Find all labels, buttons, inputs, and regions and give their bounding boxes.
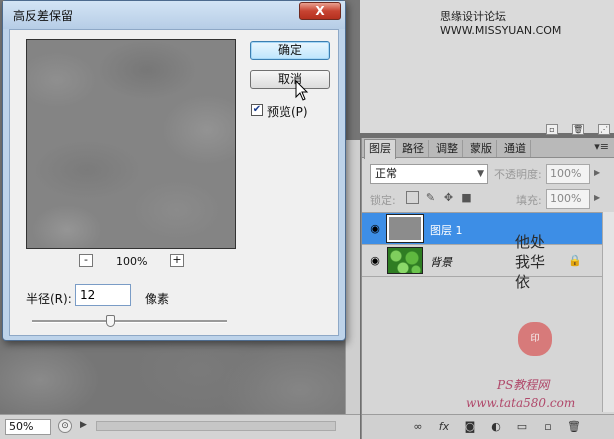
eye-icon[interactable]: ◉	[368, 255, 382, 267]
radius-slider-thumb[interactable]	[106, 315, 115, 327]
trash-icon[interactable]: 🗑	[566, 420, 582, 434]
blend-mode-select[interactable]: 正常 ▼	[370, 164, 488, 184]
zoom-field[interactable]: 50%	[5, 419, 51, 435]
layers-panel: 图层 路径 调整 蒙版 通道 ▾≡ 正常 ▼ 不透明度: 100% ▶ 锁定: …	[361, 138, 614, 439]
resize-grip-icon[interactable]: ⋰	[598, 124, 610, 135]
adjustment-icon[interactable]: ◐	[488, 420, 504, 434]
lock-brush-icon[interactable]: ✎	[424, 191, 437, 204]
status-bar: 50% ⊙ ▶	[0, 414, 360, 439]
lock-label: 锁定:	[370, 194, 396, 207]
status-info-icon[interactable]: ⊙	[58, 419, 72, 433]
radius-unit: 像素	[145, 292, 170, 306]
seal-stamp: 印	[518, 322, 552, 356]
new-layer-icon[interactable]: ▫	[540, 420, 556, 434]
opacity-label: 不透明度:	[494, 168, 542, 181]
zoom-in-button[interactable]: +	[170, 254, 184, 267]
ok-button[interactable]: 确定	[250, 41, 330, 60]
layer-row[interactable]: ◉ 背景 🔒	[362, 245, 602, 277]
mouse-cursor-icon	[295, 79, 309, 101]
mask-icon[interactable]: ◙	[462, 420, 478, 434]
close-button[interactable]: X	[299, 2, 341, 20]
radius-label: 半径(R):	[26, 292, 72, 306]
zoom-out-button[interactable]: -	[79, 254, 93, 267]
layers-panel-tabs: 图层 路径 调整 蒙版 通道 ▾≡	[362, 138, 614, 159]
dialog-title: 高反差保留	[13, 9, 74, 23]
layer-row[interactable]: ◉ 图层 1	[362, 213, 602, 245]
fx-icon[interactable]: fx	[436, 420, 452, 434]
new-item-icon[interactable]: ▫	[546, 124, 558, 135]
layers-footer: ∞ fx ◙ ◐ ▭ ▫ 🗑	[362, 414, 614, 439]
layer-thumbnail	[386, 214, 424, 243]
radius-input[interactable]	[75, 284, 131, 306]
tab-paths[interactable]: 路径	[398, 140, 429, 157]
link-icon[interactable]: ∞	[410, 420, 426, 434]
chevron-down-icon: ▼	[477, 169, 484, 179]
opacity-arrow-icon[interactable]: ▶	[594, 168, 600, 177]
radius-slider[interactable]	[32, 320, 227, 323]
watermark-top: 思缘设计论坛 WWW.MISSYUAN.COM	[440, 10, 562, 37]
blend-mode-value: 正常	[375, 167, 397, 180]
dialog-titlebar[interactable]: 高反差保留 X	[3, 1, 345, 29]
lock-transparency-icon[interactable]	[406, 191, 419, 204]
lock-all-icon[interactable]: ■	[460, 191, 473, 204]
fill-field[interactable]: 100%	[546, 189, 590, 209]
layer-name[interactable]: 图层 1	[430, 222, 463, 238]
preview-checkbox[interactable]: ✔	[251, 104, 263, 116]
watermark-bottom: PS教程网	[497, 378, 550, 392]
dialog-body: - 100% + 半径(R): 像素 确定 取消 ✔ 预览(P)	[9, 29, 339, 336]
fill-arrow-icon[interactable]: ▶	[594, 193, 600, 202]
fill-label: 填充:	[516, 194, 542, 207]
layer-thumbnail	[387, 247, 423, 274]
tab-layers[interactable]: 图层	[364, 139, 396, 159]
opacity-field[interactable]: 100%	[546, 164, 590, 184]
trash-icon[interactable]: 🗑	[572, 124, 584, 135]
status-menu-arrow-icon[interactable]: ▶	[80, 420, 87, 430]
panel-menu-icon[interactable]: ▾≡	[594, 140, 609, 153]
tab-channels[interactable]: 通道	[500, 140, 531, 157]
layers-scrollbar[interactable]	[602, 212, 614, 412]
canvas-horizontal-scrollbar[interactable]	[96, 421, 336, 431]
zoom-level: 100%	[116, 255, 148, 268]
preview-image[interactable]	[26, 39, 236, 249]
lock-icon: 🔒	[568, 254, 582, 267]
group-icon[interactable]: ▭	[514, 420, 530, 434]
cancel-button[interactable]: 取消	[250, 70, 330, 89]
high-pass-dialog: 高反差保留 X - 100% + 半径(R): 像素 确定 取消 ✔ 预览(P)	[2, 0, 346, 341]
tab-adjustments[interactable]: 调整	[432, 140, 463, 157]
layer-list: ◉ 图层 1 ◉ 背景 🔒	[362, 212, 602, 413]
lock-move-icon[interactable]: ✥	[442, 191, 455, 204]
tab-masks[interactable]: 蒙版	[466, 140, 497, 157]
eye-icon[interactable]: ◉	[368, 223, 382, 235]
canvas-vertical-scrollbar[interactable]	[345, 140, 360, 414]
layer-name[interactable]: 背景	[430, 254, 452, 270]
watermark-url: www.tata580.com	[466, 396, 576, 410]
preview-label[interactable]: 预览(P)	[267, 103, 308, 120]
